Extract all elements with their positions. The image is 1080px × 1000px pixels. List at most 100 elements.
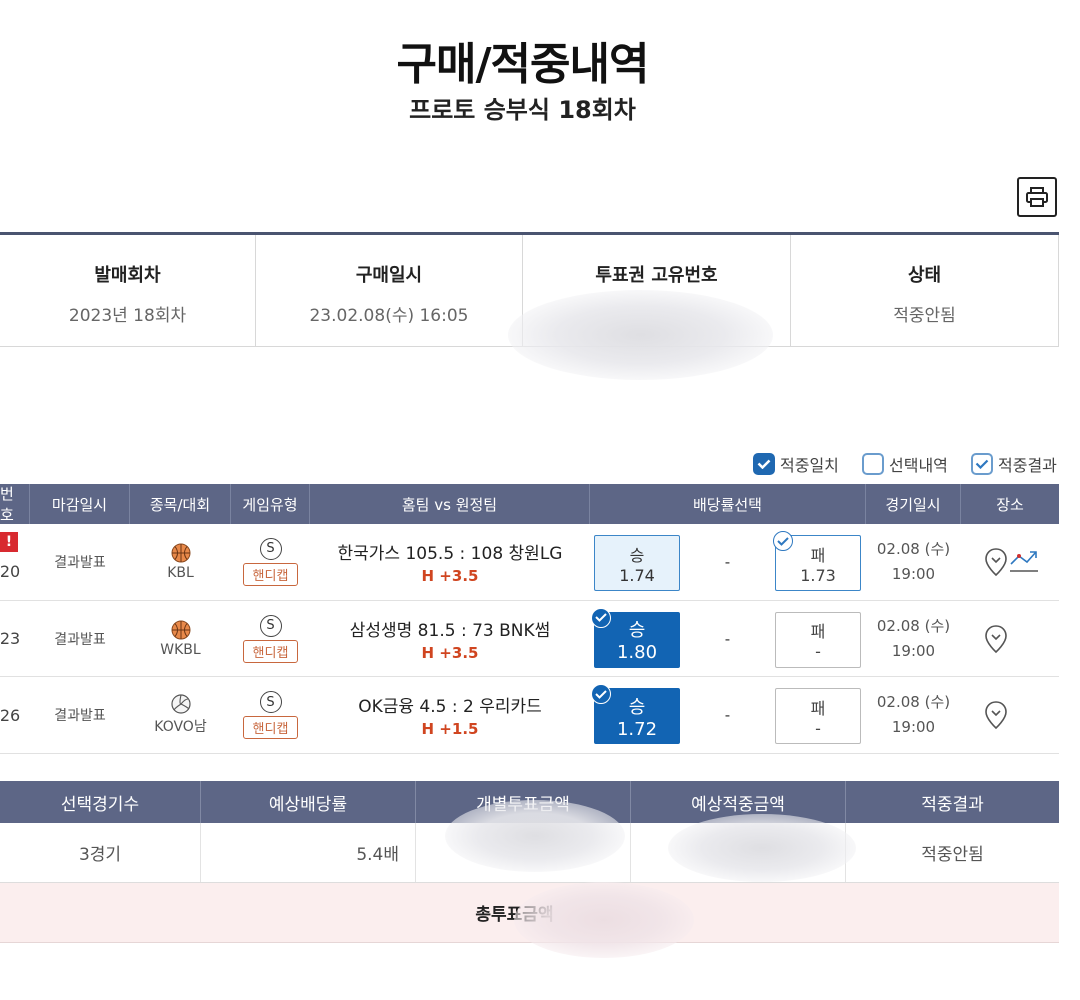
summary-odds: 5.4배 (201, 823, 416, 882)
odds-draw-cell: - (700, 601, 755, 677)
odds-draw-cell: - (700, 677, 755, 753)
row-deadline: 결과발표 (54, 631, 106, 648)
col-deadline: 마감일시 (30, 484, 130, 524)
row-deadline: 결과발표 (54, 708, 106, 725)
info-label: 발매회차 (94, 265, 161, 286)
odds-label: 승 (628, 620, 646, 642)
games-table: 번호 마감일시 종목/대회 게임유형 홈팀 vs 원정팀 배당률선택 경기일시 … (0, 484, 1059, 755)
info-value: 23.02.08(수) 16:05 (309, 306, 469, 326)
legend-label: 적중일치 (780, 456, 839, 475)
trend-chart-icon (1010, 551, 1038, 572)
row-sport-cell: WKBL (130, 601, 231, 677)
odds-label: 패 (810, 698, 826, 718)
legend-match[interactable]: 적중일치 (753, 452, 839, 476)
game-time: 19:00 (891, 718, 936, 737)
checkbox-icon (971, 453, 993, 475)
row-type-cell: S 핸디캡 (231, 677, 310, 753)
row-type-cell: S 핸디캡 (231, 601, 310, 677)
trend-chart-button[interactable] (1008, 524, 1040, 600)
venue-button[interactable] (980, 677, 1012, 753)
table-row: 26 결과발표 KOVO남 S 핸디캡 OK금융 4.5 : 2 우리카드 H … (0, 677, 1059, 755)
game-date: 02.08 (수) (876, 616, 951, 635)
page-title: 구매/적중내역 (396, 39, 650, 90)
handicap-badge: 핸디캡 (242, 562, 299, 586)
single-badge: S (259, 691, 282, 714)
row-league: KBL (167, 564, 194, 581)
row-date-cell: 02.08 (수) 19:00 (866, 524, 961, 600)
print-button[interactable] (1017, 177, 1057, 217)
odds-value: - (815, 642, 821, 662)
col-teams: 홈팀 vs 원정팀 (310, 484, 590, 524)
odds-label: 패 (810, 622, 826, 642)
summary-col-odds: 예상배당률 (201, 781, 416, 823)
handicap-value: H +1.5 (421, 720, 479, 739)
col-odds: 배당률선택 (590, 484, 866, 524)
match-score: 한국가스 105.5 : 108 창원LG (337, 543, 563, 564)
match-score: 삼성생명 81.5 : 73 BNK썸 (349, 620, 551, 641)
col-game-date: 경기일시 (866, 484, 961, 524)
summary-col-games: 선택경기수 (0, 781, 201, 823)
game-time: 19:00 (891, 641, 936, 660)
row-sport-cell: KOVO남 (130, 677, 231, 753)
row-deadline-cell: 결과발표 (30, 677, 130, 753)
row-deadline-cell: 결과발표 (30, 524, 130, 600)
basketball-icon (171, 543, 190, 563)
row-number: 23 (0, 629, 21, 649)
single-badge: S (259, 537, 282, 560)
row-number-wrap: 23 (0, 601, 20, 677)
odds-draw: - (724, 706, 731, 725)
summary-col-result: 적중결과 (921, 794, 984, 815)
legend-selection[interactable]: 선택내역 (862, 452, 948, 476)
info-round: 발매회차 2023년 18회차 (0, 235, 256, 346)
redacted-blur (514, 882, 694, 958)
row-match-cell: OK금융 4.5 : 2 우리카드 H +1.5 (310, 677, 590, 753)
odds-value: 1.72 (616, 718, 658, 740)
odds-lose-button[interactable]: 패 - (775, 611, 861, 668)
odds-draw-cell: - (700, 524, 755, 600)
row-type-cell: S 핸디캡 (231, 524, 310, 600)
odds-label: 승 (628, 696, 646, 718)
handicap-value: H +3.5 (421, 566, 479, 585)
row-league: WKBL (160, 641, 201, 658)
info-label: 구매일시 (355, 265, 423, 286)
odds-value: 1.74 (619, 565, 655, 585)
handicap-badge: 핸디캡 (242, 716, 299, 740)
game-date: 02.08 (수) (876, 693, 951, 712)
row-number-wrap: 26 (0, 677, 20, 753)
legend-label: 선택내역 (889, 456, 948, 475)
info-label: 투표권 고유번호 (595, 265, 718, 286)
row-date-cell: 02.08 (수) 19:00 (866, 677, 961, 753)
odds-label: 승 (629, 545, 645, 565)
redacted-blur (668, 814, 856, 882)
legend-label: 적중결과 (998, 456, 1057, 475)
row-sport-cell: KBL (130, 524, 231, 600)
page-subtitle: 프로토 승부식 18회차 (409, 96, 636, 124)
summary-result: 적중안됨 (921, 845, 984, 865)
table-row: 23 결과발표 WKBL S 핸디캡 삼성생명 81.5 : 73 BNK썸 H… (0, 601, 1059, 678)
game-date: 02.08 (수) (876, 539, 951, 558)
venue-button[interactable] (980, 601, 1012, 677)
odds-win-button[interactable]: 승 1.74 (594, 535, 680, 591)
location-pin-icon (985, 701, 1007, 730)
row-number: 20 (0, 561, 21, 581)
odds-value: 1.80 (616, 642, 658, 664)
row-league: KOVO남 (154, 719, 207, 736)
handicap-value: H +3.5 (421, 643, 479, 662)
row-match-cell: 삼성생명 81.5 : 73 BNK썸 H +3.5 (310, 601, 590, 677)
odds-value: 1.73 (800, 565, 836, 585)
summary-games: 3경기 (0, 823, 201, 882)
odds-draw: - (724, 629, 731, 648)
game-time: 19:00 (891, 564, 936, 583)
legend-result[interactable]: 적중결과 (971, 452, 1057, 476)
handicap-badge: 핸디캡 (242, 639, 299, 663)
row-date-cell: 02.08 (수) 19:00 (866, 601, 961, 677)
info-status: 상태 적중안됨 (791, 235, 1059, 346)
odds-lose-button[interactable]: 패 - (775, 688, 861, 745)
row-deadline: 결과발표 (54, 554, 106, 571)
alert-icon: ! (0, 532, 18, 552)
printer-icon (1026, 187, 1048, 207)
redacted-blur (445, 800, 625, 872)
basketball-icon (171, 620, 190, 640)
odds-value: - (815, 718, 821, 738)
col-sport: 종목/대회 (130, 484, 231, 524)
